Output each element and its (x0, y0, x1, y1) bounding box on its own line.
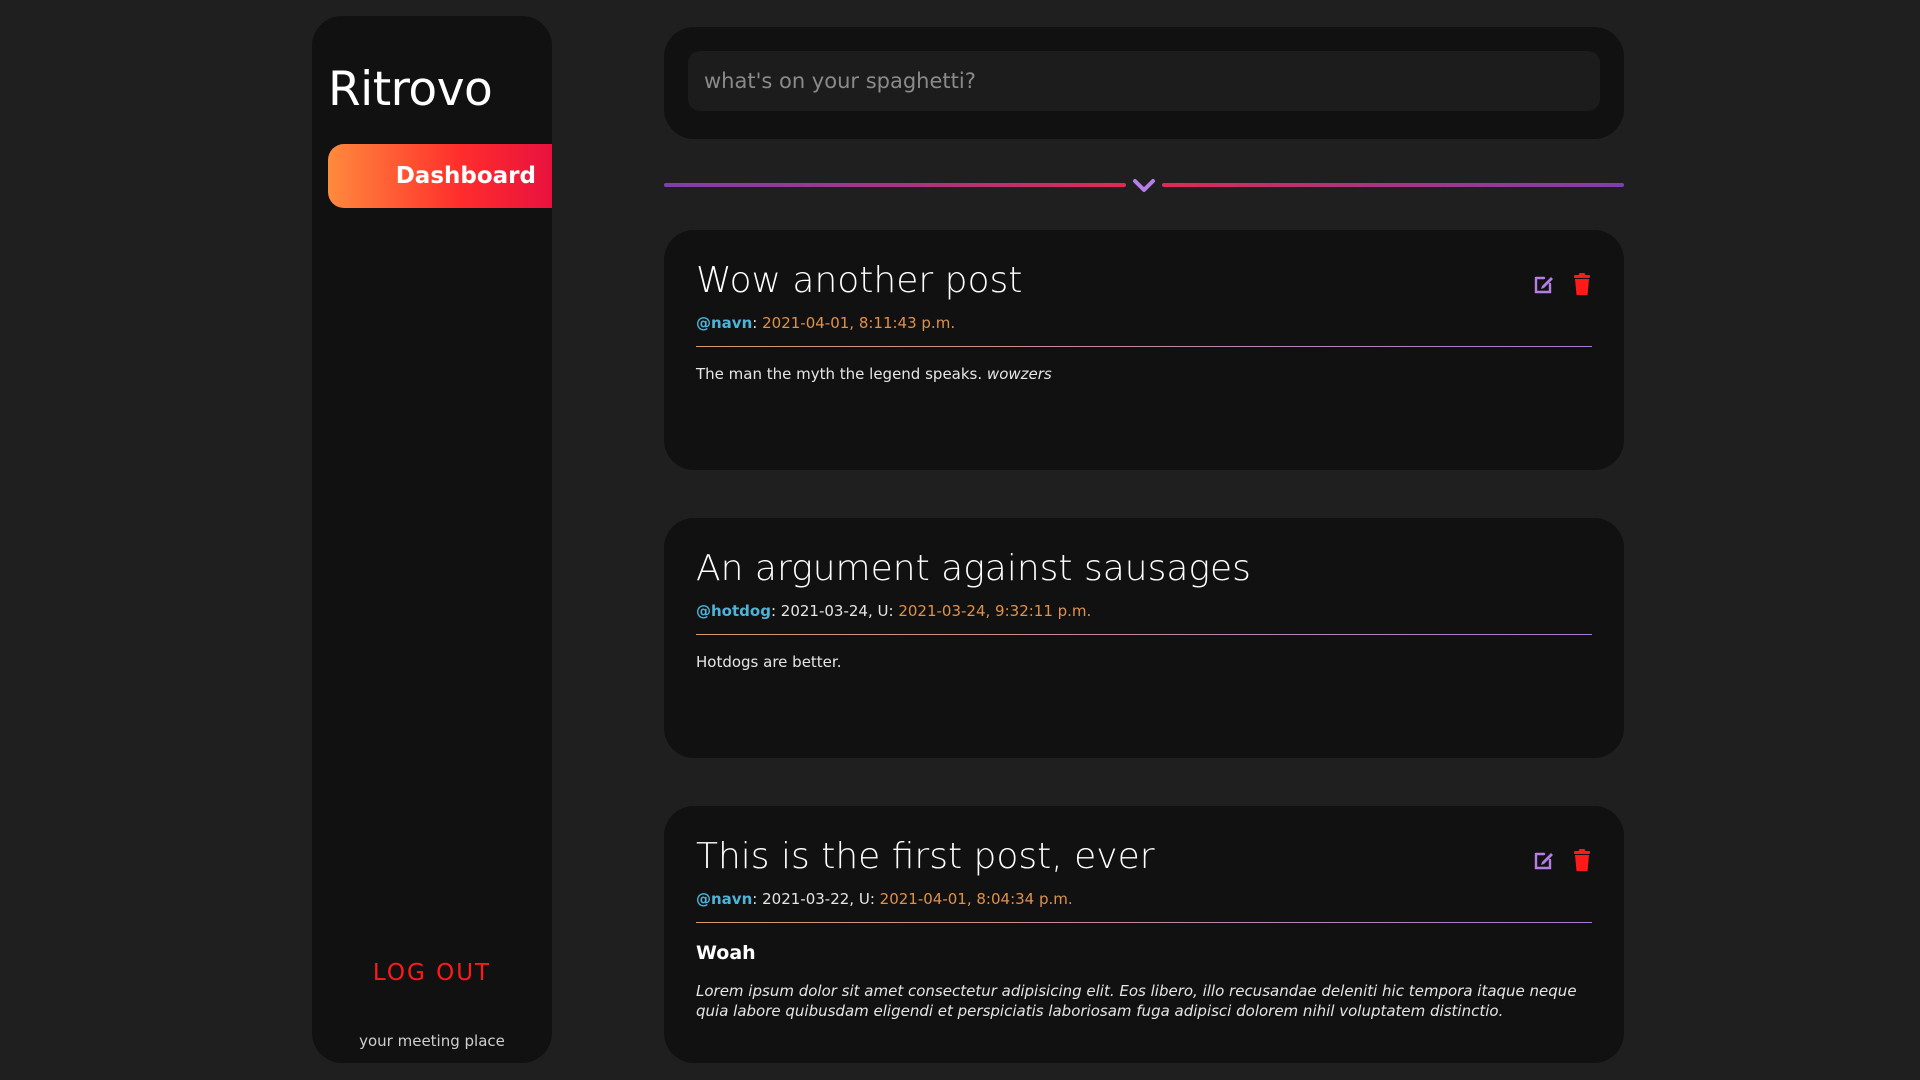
sidebar: Ritrovo Dashboard LOG OUT your meeting p… (312, 16, 552, 1063)
divider-line-right (1162, 183, 1624, 187)
sidebar-item-label: Dashboard (395, 163, 536, 189)
post-meta: @navn: 2021-03-22, U: 2021-04-01, 8:04:3… (696, 890, 1073, 908)
post-updated-date: 2021-04-01, 8:04:34 p.m. (879, 890, 1073, 908)
post-subheading: Woah (696, 942, 756, 964)
post-actions (1532, 272, 1594, 296)
post-body: Hotdogs are better. (696, 653, 842, 671)
feed-divider (664, 172, 1624, 198)
logout-button[interactable]: LOG OUT (312, 960, 552, 986)
post-divider (696, 634, 1592, 635)
post-title: This is the first post, ever (696, 836, 1155, 877)
post-author[interactable]: @navn (696, 890, 752, 908)
edit-icon[interactable] (1532, 848, 1556, 872)
divider-line-left (664, 183, 1126, 187)
meta-separator: : (752, 314, 758, 332)
post-card: Wow another post @navn: 2021-04-01, 8:11… (664, 230, 1624, 470)
post-meta: @navn: 2021-04-01, 8:11:43 p.m. (696, 314, 955, 332)
post-updated-date: 2021-04-01, 8:11:43 p.m. (762, 314, 956, 332)
post-composer (664, 27, 1624, 139)
meta-separator: : (770, 602, 776, 620)
sidebar-item-dashboard[interactable]: Dashboard (328, 144, 552, 208)
post-title: Wow another post (696, 260, 1023, 301)
post-meta: @hotdog: 2021-03-24, U: 2021-03-24, 9:32… (696, 602, 1091, 620)
app-logo[interactable]: Ritrovo (328, 62, 493, 117)
post-updated-prefix: U: (858, 890, 875, 908)
trash-icon[interactable] (1570, 848, 1594, 872)
post-body-text: The man the myth the legend speaks. (696, 365, 983, 383)
post-card: An argument against sausages @hotdog: 20… (664, 518, 1624, 758)
post-actions (1532, 848, 1594, 872)
edit-icon[interactable] (1532, 272, 1556, 296)
post-divider (696, 922, 1592, 923)
post-card: This is the first post, ever @navn: 2021… (664, 806, 1624, 1063)
meta-separator: : (752, 890, 758, 908)
post-input[interactable] (688, 51, 1600, 111)
chevron-down-icon[interactable] (1130, 174, 1158, 196)
post-title: An argument against sausages (696, 548, 1251, 589)
post-updated-date: 2021-03-24, 9:32:11 p.m. (898, 602, 1092, 620)
post-body-emphasis: wowzers (986, 365, 1052, 383)
post-author[interactable]: @hotdog (696, 602, 771, 620)
post-body: Lorem ipsum dolor sit amet consectetur a… (696, 982, 1577, 1020)
post-body: The man the myth the legend speaks. wowz… (696, 364, 1592, 384)
post-created-date: 2021-03-24, (780, 602, 873, 620)
post-author[interactable]: @navn (696, 314, 752, 332)
trash-icon[interactable] (1570, 272, 1594, 296)
post-created-date: 2021-03-22, (762, 890, 855, 908)
tagline: your meeting place (359, 1032, 505, 1050)
post-divider (696, 346, 1592, 347)
post-updated-prefix: U: (877, 602, 894, 620)
